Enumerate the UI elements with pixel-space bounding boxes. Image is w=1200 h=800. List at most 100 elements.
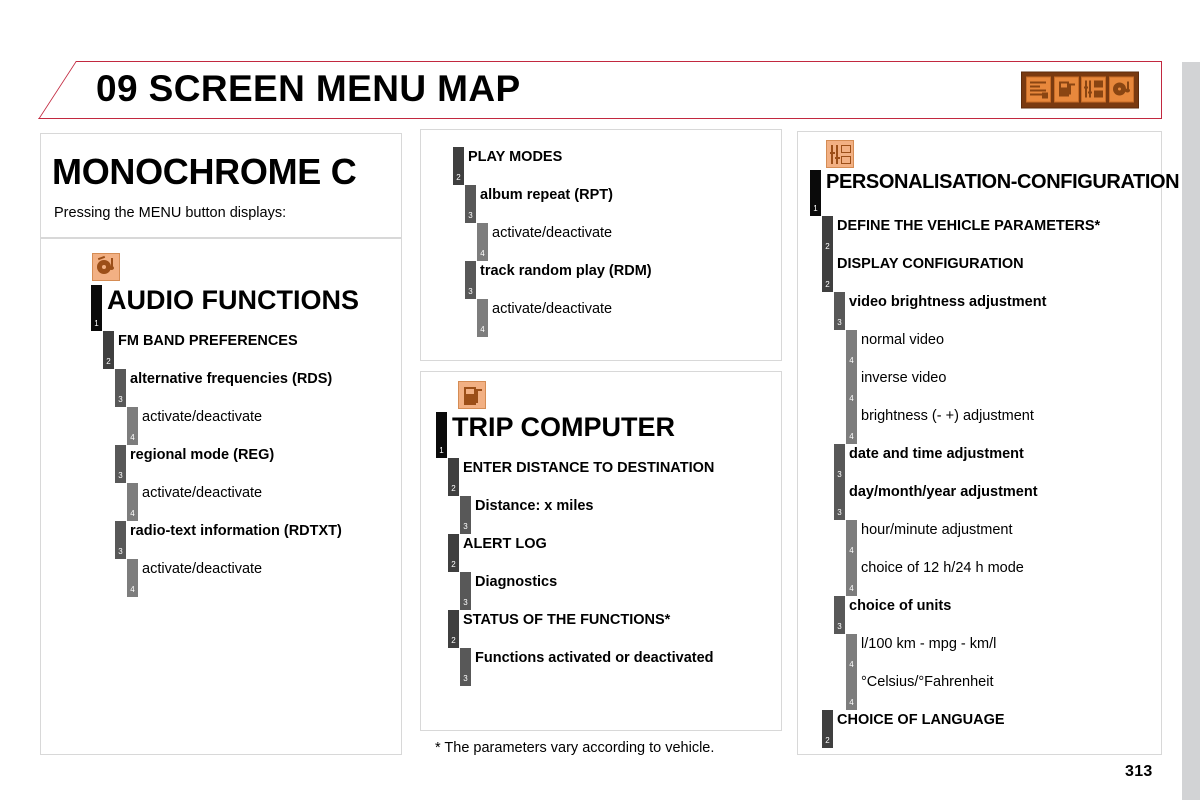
level-marker: 1 [436, 412, 447, 458]
chapter-header: 09 SCREEN MENU MAP [38, 61, 1162, 119]
play-modes-panel: 2 PLAY MODES 3 album repeat (RPT) 4 acti… [420, 129, 782, 361]
level-marker: 4 [127, 483, 138, 521]
level-marker: 4 [846, 558, 857, 596]
level-marker: 1 [91, 285, 102, 331]
level-marker: 4 [127, 559, 138, 597]
tree-label: date and time adjustment [849, 446, 1024, 462]
screen-menu-map-icon [1021, 71, 1139, 109]
fuel-pump-icon [458, 381, 486, 409]
page-number: 313 [1125, 763, 1153, 780]
tree-row[interactable]: 3 regional mode (REG) [91, 445, 451, 483]
tree-row[interactable]: 3 date and time adjustment [810, 444, 1173, 482]
section-title: AUDIO FUNCTIONS [107, 285, 359, 315]
tree-row[interactable]: 2 FM BAND PREFERENCES [91, 331, 451, 369]
tree-label: activate/deactivate [142, 561, 263, 577]
level-marker: 3 [834, 444, 845, 482]
level-marker: 3 [115, 445, 126, 483]
tree-row[interactable]: 3 alternative frequencies (RDS) [91, 369, 451, 407]
level-marker: 4 [477, 223, 488, 261]
tree-row[interactable]: 4 activate/deactivate [91, 407, 451, 445]
tree-row[interactable]: 4 choice of 12 h/24 h mode [810, 558, 1173, 596]
tree-label: Diagnostics [475, 574, 558, 590]
trip-computer-panel: 1 TRIP COMPUTER 2 ENTER DISTANCE TO DEST… [420, 371, 782, 731]
tree-label: DISPLAY CONFIGURATION [837, 256, 1024, 272]
tree-label: DEFINE THE VEHICLE PARAMETERS* [837, 218, 1101, 234]
tree-row[interactable]: 2 DEFINE THE VEHICLE PARAMETERS* [810, 216, 1173, 254]
tree-row[interactable]: 4 l/100 km - mpg - km/l [810, 634, 1173, 672]
tree-row[interactable]: 1 TRIP COMPUTER [436, 412, 796, 458]
personalisation-configuration-panel: 1 PERSONALISATION-CONFIGURATION 2 DEFINE… [797, 131, 1180, 755]
level-marker: 1 [810, 170, 821, 216]
level-marker: 3 [834, 292, 845, 330]
tree-row[interactable]: 4 activate/deactivate [441, 299, 801, 337]
level-marker: 4 [846, 330, 857, 368]
level-marker: 3 [834, 596, 845, 634]
monochrome-subtitle: Pressing the MENU button displays: [54, 205, 287, 221]
tree-row[interactable]: 4 °Celsius/°Fahrenheit [810, 672, 1173, 710]
tree-label: activate/deactivate [142, 485, 263, 501]
tree-row[interactable]: 4 inverse video [810, 368, 1173, 406]
level-marker: 4 [846, 634, 857, 672]
level-marker: 4 [846, 406, 857, 444]
tree-label: Functions activated or deactivated [475, 650, 714, 666]
level-marker: 2 [822, 254, 833, 292]
page-title: 09 SCREEN MENU MAP [96, 68, 521, 110]
tree-label: activate/deactivate [492, 301, 613, 317]
tree-row[interactable]: 2 PLAY MODES [441, 147, 801, 185]
section-title: TRIP COMPUTER [452, 412, 676, 442]
tree-row[interactable]: 3 Diagnostics [436, 572, 796, 610]
tree-label: radio-text information (RDTXT) [130, 523, 342, 539]
page-edge-strip [1182, 62, 1200, 800]
tree-label: hour/minute adjustment [861, 522, 1013, 538]
level-marker: 4 [846, 520, 857, 558]
level-marker: 3 [465, 261, 476, 299]
level-marker: 3 [460, 572, 471, 610]
tree-label: alternative frequencies (RDS) [130, 371, 333, 387]
tree-row[interactable]: 3 day/month/year adjustment [810, 482, 1173, 520]
tree-row[interactable]: 1 PERSONALISATION-CONFIGURATION [810, 170, 1180, 216]
footnote: * The parameters vary according to vehic… [435, 740, 715, 756]
tree-row[interactable]: 3 choice of units [810, 596, 1173, 634]
tree-row[interactable]: 3 album repeat (RPT) [441, 185, 801, 223]
tree-label: FM BAND PREFERENCES [118, 333, 298, 349]
level-marker: 2 [448, 534, 459, 572]
tree-label: regional mode (REG) [130, 447, 275, 463]
level-marker: 2 [448, 610, 459, 648]
tree-row[interactable]: 4 hour/minute adjustment [810, 520, 1173, 558]
tree-row[interactable]: 2 ALERT LOG [436, 534, 796, 572]
fuel-pump-icon [1053, 76, 1079, 102]
level-marker: 2 [822, 216, 833, 254]
tree-label: normal video [861, 332, 945, 348]
level-marker: 2 [822, 710, 833, 748]
level-marker: 3 [465, 185, 476, 223]
tree-label: track random play (RDM) [480, 263, 652, 279]
level-marker: 3 [460, 496, 471, 534]
tree-label: choice of 12 h/24 h mode [861, 560, 1024, 576]
level-marker: 4 [846, 672, 857, 710]
tree-row[interactable]: 2 STATUS OF THE FUNCTIONS* [436, 610, 796, 648]
monochrome-title: MONOCHROME C [52, 151, 357, 192]
tree-row[interactable]: 4 activate/deactivate [441, 223, 801, 261]
tree-row[interactable]: 2 DISPLAY CONFIGURATION [810, 254, 1173, 292]
tree-row[interactable]: 4 normal video [810, 330, 1173, 368]
tree-row[interactable]: 3 video brightness adjustment [810, 292, 1173, 330]
audio-disc-icon [1108, 76, 1134, 102]
tree-label: activate/deactivate [492, 225, 613, 241]
tree-row[interactable]: 4 activate/deactivate [91, 483, 451, 521]
tree-row[interactable]: 4 brightness (- +) adjustment [810, 406, 1173, 444]
display-icon [1026, 76, 1051, 102]
tree-row[interactable]: 2 CHOICE OF LANGUAGE [810, 710, 1173, 748]
tree-row[interactable]: 3 radio-text information (RDTXT) [91, 521, 451, 559]
tree-row[interactable]: 3 track random play (RDM) [441, 261, 801, 299]
level-marker: 2 [453, 147, 464, 185]
level-marker: 3 [460, 648, 471, 686]
tree-row[interactable]: 3 Distance: x miles [436, 496, 796, 534]
vehicle-settings-icon [826, 140, 854, 168]
tree-row[interactable]: 2 ENTER DISTANCE TO DESTINATION [436, 458, 796, 496]
tree-row[interactable]: 4 activate/deactivate [91, 559, 451, 597]
level-marker: 4 [127, 407, 138, 445]
audio-disc-icon [92, 253, 120, 281]
tree-row[interactable]: 3 Functions activated or deactivated [436, 648, 796, 686]
tree-row[interactable]: 1 AUDIO FUNCTIONS [91, 285, 451, 331]
monochrome-intro-panel: MONOCHROME C Pressing the MENU button di… [40, 133, 402, 238]
